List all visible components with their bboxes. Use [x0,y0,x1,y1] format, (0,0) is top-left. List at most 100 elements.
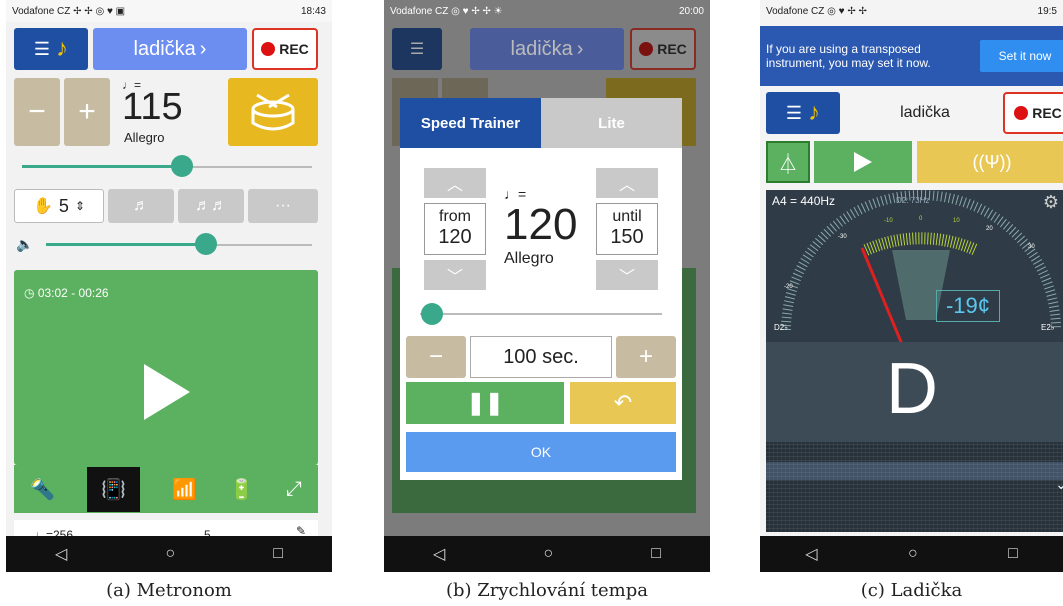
status-time: 18:43 [300,5,326,17]
until-down-button[interactable]: ﹀ [596,260,658,290]
duration-minus-button[interactable]: − [406,336,466,378]
note-pattern-button-2[interactable]: ♬♬ [178,189,244,223]
tab-speed-trainer[interactable]: Speed Trainer [400,98,541,148]
rec-button[interactable]: REC [1003,92,1063,134]
bpm-value: 120 [504,200,578,249]
back-icon[interactable]: ◁ [805,544,817,564]
scale-label-30: 30 [1028,244,1035,250]
home-icon[interactable]: ○ [908,545,918,563]
fullscreen-icon[interactable]: ⤢ [286,478,302,501]
play-button[interactable] [814,141,912,183]
cents-display: -19¢ [936,290,1000,322]
pitch-history-band [766,462,1063,480]
status-bar: Vodafone CZ ◎ ♥ ✢ ✢ 19:5 [760,0,1063,22]
progress-slider-track[interactable] [420,313,662,315]
tempo-slider-thumb[interactable] [170,155,193,177]
home-icon[interactable]: ○ [165,545,175,563]
metronome-button[interactable]: ⏃ [766,141,810,183]
reset-button[interactable]: ↶ [570,382,676,424]
stepper-icon: ⇕ [74,199,85,213]
menu-button-dimmed: ☰ [392,28,442,70]
accent-icon[interactable]: 📶 [172,477,197,502]
transpose-banner: If you are using a transposed instrument… [760,26,1063,86]
until-value: 150 [610,226,644,248]
eighth-notes-icon: ♬ [133,197,149,214]
tuning-fork-button[interactable]: ((Ψ)) [917,141,1063,183]
bpm-value[interactable]: 115 [122,86,183,129]
tempo-name: Allegro [124,130,165,145]
battery-icon[interactable]: 🔋 [229,477,254,502]
flashlight-icon[interactable]: 🔦 [30,477,55,502]
set-it-now-button[interactable]: Set it now [980,40,1063,72]
status-time: 19:5 [1037,5,1057,17]
title-button-dimmed: ladička › [470,28,624,70]
edge-label-left: D2♭ [774,323,788,332]
from-box[interactable]: from 120 [424,203,486,255]
home-icon[interactable]: ○ [543,545,553,563]
title-label[interactable]: ladička [860,92,990,134]
drum-icon [251,93,295,131]
chevron-up-icon: ︿ [618,177,635,194]
android-nav-bar: ◁ ○ □ [760,536,1063,572]
ok-button[interactable]: OK [406,432,676,472]
tools-bar: 🔦 📳 📶 🔋 ⤢ [14,465,318,513]
recents-icon[interactable]: □ [1008,545,1018,563]
rec-label: REC [657,41,687,57]
title-label: ladička [133,37,196,60]
title-button[interactable]: ladička › [93,28,247,70]
chevron-right-icon: › [576,37,584,60]
rec-label: REC [1032,105,1062,121]
tuning-fork-icon: ((Ψ)) [972,151,1012,172]
duration-plus-button[interactable]: + [616,336,676,378]
until-label: until [612,208,642,225]
metronome-icon: ⏃ [778,153,798,176]
volume-slider-thumb[interactable] [194,233,217,255]
menu-icon: ☰ [33,38,51,59]
edge-label-right: E2♭ [1041,323,1055,332]
recents-icon[interactable]: □ [273,545,283,563]
tempo-minus-button[interactable]: − [14,78,60,146]
from-value: 120 [438,226,472,248]
scale-label-20: 20 [986,226,993,232]
until-box[interactable]: until 150 [596,203,658,255]
from-down-button[interactable]: ﹀ [424,260,486,290]
rec-button[interactable]: REC [252,28,318,70]
timer: ◷ 03:02 - 00:26 [24,286,109,300]
progress-slider-thumb[interactable] [421,303,444,325]
caption-b: (b) Zrychlování tempa [445,580,649,601]
from-label: from [439,208,471,225]
phone-tuner: Vodafone CZ ◎ ♥ ✢ ✢ 19:5 If you are usin… [760,0,1063,572]
menu-icon: ☰ [785,102,803,123]
until-up-button[interactable]: ︿ [596,168,658,198]
pause-button[interactable]: ❚❚ [406,382,564,424]
menu-button[interactable]: ☰ ♪ [14,28,88,70]
beats-value: 5 [58,195,69,216]
volume-icon: 🔈 [16,236,34,252]
recents-icon[interactable]: □ [651,545,661,563]
hand-icon: ✋ [33,198,53,215]
android-nav-bar: ◁ ○ □ [384,536,710,572]
vibrate-icon[interactable]: 📳 [87,466,140,512]
tuner-gauge-panel: A4 = 440Hz D2: 73Hz ⚙ -30 -10 0 10 20 30… [766,190,1063,342]
timer-text: 03:02 - 00:26 [37,286,109,300]
expand-icon[interactable]: ⌄ [1055,476,1063,493]
menu-button[interactable]: ☰ ♪ [766,92,840,134]
beats-stepper[interactable]: ✋ 5 ⇕ [14,189,104,223]
note-pattern-button-1[interactable]: ♬ [108,189,174,223]
duration-field[interactable]: 100 sec. [470,336,612,378]
more-button[interactable]: ··· [248,189,318,223]
back-icon[interactable]: ◁ [55,544,67,564]
tempo-plus-button[interactable]: + [64,78,110,146]
clock-icon: ◷ [24,286,35,300]
back-icon[interactable]: ◁ [433,544,445,564]
chevron-right-icon: › [199,37,207,60]
drum-button[interactable] [228,78,318,146]
status-bar: Vodafone CZ ◎ ♥ ✢ ✢ ☀ 20:00 [384,0,710,22]
title-label: ladička [510,37,573,60]
from-up-button[interactable]: ︿ [424,168,486,198]
status-carrier: Vodafone CZ ✢ ✢ ◎ ♥ ▣ [12,5,126,17]
tab-lite[interactable]: Lite [541,98,682,148]
status-time: 20:00 [678,5,704,17]
play-panel[interactable]: ◷ 03:02 - 00:26 [14,270,318,465]
chevron-down-icon: ﹀ [446,269,463,286]
